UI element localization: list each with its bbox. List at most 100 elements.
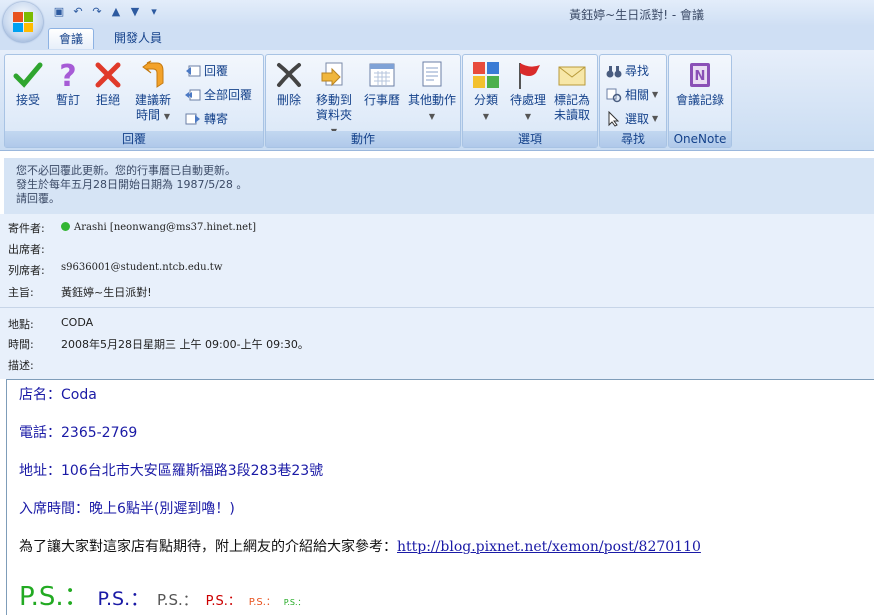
accept-button[interactable]: 接受 xyxy=(11,59,45,108)
tentative-button[interactable]: ? 暫訂 xyxy=(51,59,85,108)
forward-icon xyxy=(185,113,200,125)
optional-label: 列席者: xyxy=(8,264,45,277)
decline-button[interactable]: 拒絕 xyxy=(91,59,125,108)
other-actions-button[interactable]: 其他動作 ▼ xyxy=(406,59,458,124)
move-label-1: 移動到 xyxy=(315,93,352,107)
calendar-label: 行事曆 xyxy=(363,93,400,107)
shop-line: 店名：Coda xyxy=(19,384,97,404)
header-divider xyxy=(0,307,874,308)
delete-button[interactable]: 刪除 xyxy=(272,59,306,108)
accept-label: 接受 xyxy=(15,93,40,107)
office-button[interactable] xyxy=(3,2,43,42)
location-label: 地點: xyxy=(8,318,34,331)
calendar-button[interactable]: 行事曆 xyxy=(362,59,402,108)
required-label: 出席者: xyxy=(8,243,45,256)
message-body[interactable]: 店名：Coda 電話：2365-2769 地址：106台北市大安區羅斯福路3段2… xyxy=(6,379,874,615)
dropdown-arrow-icon: ▼ xyxy=(652,90,659,99)
window-title: 黃鈺婷~生日派對! - 會議 xyxy=(569,8,704,22)
reply-all-button[interactable]: 全部回覆 xyxy=(185,85,252,105)
move-to-folder-button[interactable]: 移動到 資料夾 ▼ xyxy=(312,59,356,139)
follow-up-button[interactable]: 待處理 ▼ xyxy=(509,59,547,124)
info-line-3: 請回覆。 xyxy=(16,192,60,205)
checkmark-icon xyxy=(13,62,43,88)
flag-icon xyxy=(519,63,540,89)
mark-unread-button[interactable]: 標記為 未讀取 xyxy=(551,59,593,123)
intro-line: 為了讓大家對這家店有點期待，附上網友的介紹給大家參考：http://blog.p… xyxy=(19,536,701,556)
tab-developer[interactable]: 開發人員 xyxy=(104,28,172,48)
follow-up-label: 待處理 xyxy=(509,93,546,107)
info-line-1: 您不必回覆此更新。您的行事曆已自動更新。 xyxy=(16,164,236,177)
group-respond-label: 回覆 xyxy=(5,131,263,147)
group-find: 尋找 相關 ▼ 選取 ▼ 尋找 xyxy=(599,54,667,148)
info-line-2: 發生於每年五月28日開始日期為 1987/5/28 。 xyxy=(16,178,248,191)
find-button[interactable]: 尋找 xyxy=(606,61,649,81)
mark-label-2: 未讀取 xyxy=(553,108,590,122)
question-mark-icon: ? xyxy=(59,59,76,91)
related-button[interactable]: 相關 ▼ xyxy=(606,85,658,105)
location-value: CODA xyxy=(61,316,94,329)
ps-line: P.S.： P.S.： P.S.： P.S.： P.S.： P.S.： xyxy=(19,576,310,613)
ps-1: P.S.： xyxy=(19,582,90,612)
reply-label: 回覆 xyxy=(204,64,229,78)
arrival-time-value: 晚上6點半(別遲到嚕！) xyxy=(89,501,235,517)
mark-label-1: 標記為 xyxy=(553,93,590,107)
group-onenote-label: OneNote xyxy=(669,131,731,147)
meeting-notes-button[interactable]: N 會議記錄 xyxy=(673,59,727,108)
address-label: 地址： xyxy=(19,463,61,479)
group-respond: 接受 ? 暫訂 拒絕 建議新 時間 ▼ 回覆 全部回覆 轉寄 回覆 xyxy=(4,54,264,148)
envelope-icon xyxy=(558,66,586,86)
group-options-label: 選項 xyxy=(463,131,597,147)
find-label: 尋找 xyxy=(625,64,650,78)
svg-text:N: N xyxy=(695,69,706,84)
blog-link[interactable]: http://blog.pixnet.net/xemon/post/827011… xyxy=(397,539,701,555)
from-label: 寄件者: xyxy=(8,222,45,235)
arrival-time-label: 入席時間： xyxy=(19,501,89,517)
reply-all-icon xyxy=(185,89,201,101)
group-actions: 刪除 移動到 資料夾 ▼ 行事曆 其他動作 ▼ 動作 xyxy=(265,54,461,148)
related-icon xyxy=(606,88,622,103)
move-label-2: 資料夾 xyxy=(315,108,352,122)
ribbon-tabs: 會議 開發人員 xyxy=(0,26,874,50)
address-line: 地址：106台北市大安區羅斯福路3段283巷23號 xyxy=(19,460,323,480)
subject-value: 黃鈺婷~生日派對! xyxy=(61,286,152,299)
propose-label-1: 建議新 xyxy=(134,93,171,107)
group-actions-label: 動作 xyxy=(266,131,460,147)
move-folder-icon xyxy=(321,62,343,87)
presence-icon xyxy=(61,222,70,231)
dropdown-arrow-icon: ▼ xyxy=(482,112,490,121)
phone-line: 電話：2365-2769 xyxy=(19,422,137,442)
address-value: 106台北市大安區羅斯福路3段283巷23號 xyxy=(61,463,324,479)
ps-6: P.S.： xyxy=(283,598,306,607)
categorize-label: 分類 xyxy=(473,93,498,107)
intro-text: 為了讓大家對這家店有點期待，附上網友的介紹給大家參考： xyxy=(19,539,397,555)
title-bar: ▣ ↶ ↷ ▲ ▼ ▾ 黃鈺婷~生日派對! - 會議 xyxy=(0,0,874,26)
group-find-label: 尋找 xyxy=(600,131,666,147)
delete-x-icon xyxy=(277,63,301,87)
phone-value: 2365-2769 xyxy=(61,425,138,441)
ps-5: P.S.： xyxy=(248,597,276,608)
ps-3: P.S.： xyxy=(156,591,198,609)
decline-label: 拒絕 xyxy=(95,93,120,107)
select-button[interactable]: 選取 ▼ xyxy=(606,109,658,129)
dropdown-arrow-icon: ▼ xyxy=(524,112,532,121)
group-options: 分類 ▼ 待處理 ▼ 標記為 未讀取 選項 xyxy=(462,54,598,148)
time-label: 時間: xyxy=(8,338,34,351)
x-icon xyxy=(95,62,121,88)
arrival-time-line: 入席時間：晚上6點半(別遲到嚕！) xyxy=(19,498,235,518)
forward-label: 轉寄 xyxy=(204,112,229,126)
from-text: Arashi [neonwang@ms37.hinet.net] xyxy=(74,222,256,233)
ps-4: P.S.： xyxy=(205,594,241,609)
meeting-notes-label: 會議記錄 xyxy=(675,93,724,107)
optional-value[interactable]: s9636001@student.ntcb.edu.tw xyxy=(61,262,222,273)
from-value[interactable]: Arashi [neonwang@ms37.hinet.net] xyxy=(61,220,256,233)
reply-button[interactable]: 回覆 xyxy=(185,61,228,81)
propose-new-time-button[interactable]: 建議新 時間 ▼ xyxy=(131,59,175,124)
dropdown-arrow-icon: ▼ xyxy=(428,112,436,121)
categorize-button[interactable]: 分類 ▼ xyxy=(469,59,503,124)
cursor-arrow-icon xyxy=(608,111,620,127)
forward-button[interactable]: 轉寄 xyxy=(185,109,228,129)
ps-2: P.S.： xyxy=(97,588,150,610)
tab-meeting[interactable]: 會議 xyxy=(48,28,95,49)
dropdown-arrow-icon: ▼ xyxy=(652,114,659,123)
propose-time-arrow-icon xyxy=(142,60,164,88)
